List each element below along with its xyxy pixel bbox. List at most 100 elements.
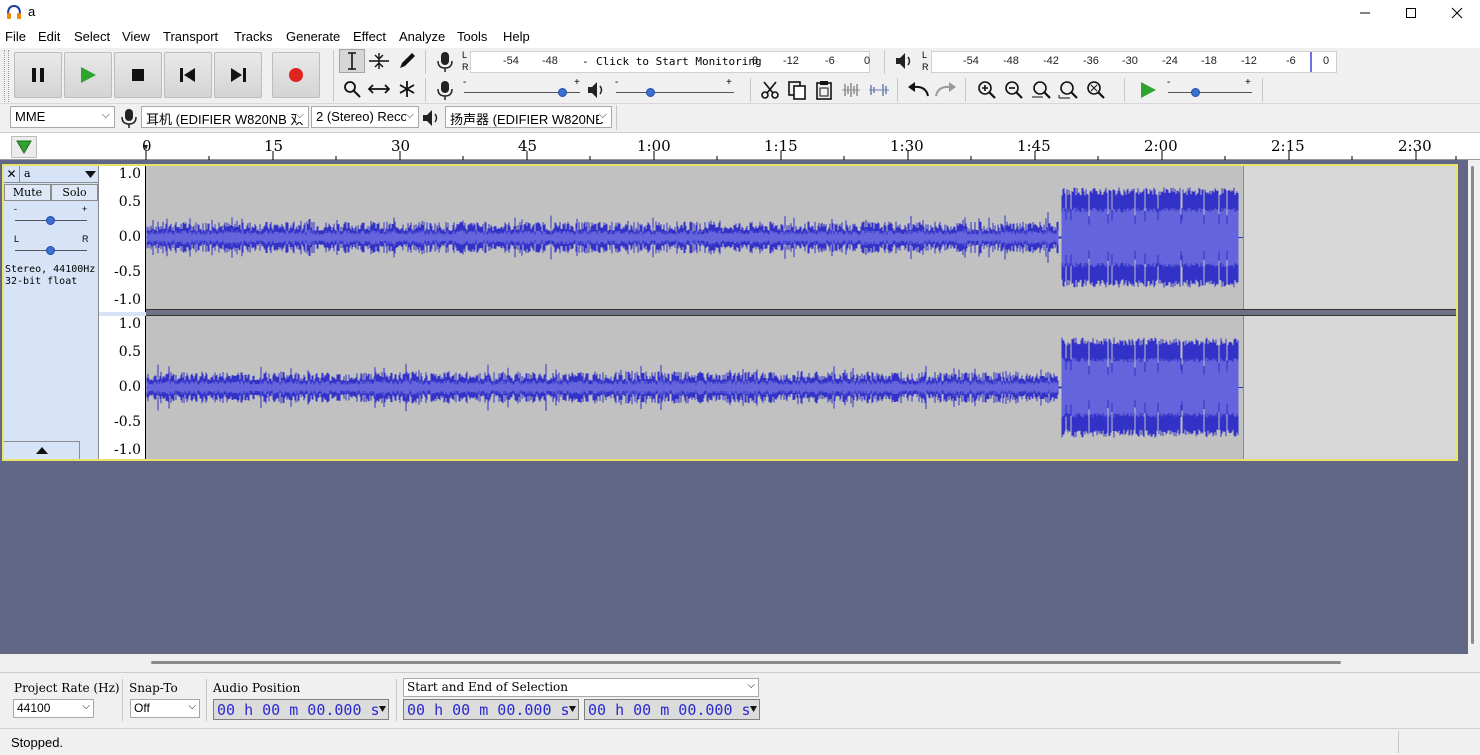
selection-end-field[interactable]: 00 h 00 m 00.000 s	[584, 699, 760, 720]
solo-button[interactable]: Solo	[51, 184, 98, 201]
play-button[interactable]	[64, 52, 112, 98]
pause-button[interactable]	[14, 52, 62, 98]
waveform-right-channel[interactable]	[146, 316, 1243, 459]
audio-host-select[interactable]: MME ⌵	[10, 106, 115, 128]
asterisk-icon	[399, 81, 415, 97]
menu-analyze[interactable]: Analyze	[399, 29, 445, 44]
playback-volume-thumb[interactable]	[646, 88, 655, 97]
mute-button[interactable]: Mute	[4, 184, 51, 201]
recording-volume-thumb[interactable]	[558, 88, 567, 97]
close-window-button[interactable]	[1434, 0, 1480, 26]
maximize-icon	[1406, 8, 1416, 18]
track-control-panel[interactable]: ✕ a Mute Solo - + L R Stereo, 44100Hz 32…	[4, 166, 98, 459]
playback-volume-slider[interactable]	[616, 92, 734, 93]
menu-file[interactable]: File	[5, 29, 26, 44]
snap-to-select[interactable]: Off ⌵	[130, 699, 200, 718]
fit-project-button[interactable]	[1055, 78, 1081, 102]
menu-select[interactable]: Select	[74, 29, 110, 44]
cut-button[interactable]	[757, 78, 783, 102]
amplitude-ruler[interactable]: 1.0 0.5 0.0 -0.5 -1.0 1.0 0.5 0.0 -0.5 -…	[98, 166, 146, 459]
zoom-tool[interactable]	[339, 77, 365, 101]
playback-meter-speaker-icon[interactable]	[895, 52, 915, 73]
ruler-label: 1:15	[764, 137, 798, 155]
skip-end-icon	[231, 68, 246, 82]
playback-speed-thumb[interactable]	[1191, 88, 1200, 97]
zoom-fit-project-icon	[1058, 81, 1078, 99]
menu-tools[interactable]: Tools	[457, 29, 487, 44]
recording-channels-select[interactable]: 2 (Stereo) Reco ⌵	[311, 106, 419, 128]
zoom-in-button[interactable]	[974, 78, 1000, 102]
record-meter-tick: -48	[542, 55, 558, 67]
pan-slider-thumb[interactable]	[46, 246, 55, 255]
vertical-scrollbar[interactable]	[1468, 160, 1480, 654]
empty-region-left[interactable]	[1243, 166, 1456, 309]
playback-device-select[interactable]: 扬声器 (EDIFIER W820NB ⌵	[445, 106, 612, 128]
menu-help[interactable]: Help	[503, 29, 530, 44]
record-meter-tick: 8	[752, 55, 759, 67]
vertical-scrollbar-thumb[interactable]	[1471, 166, 1474, 644]
redo-button[interactable]	[933, 78, 959, 102]
multi-tool[interactable]	[394, 77, 420, 101]
chevron-down-icon: ⌵	[598, 109, 607, 122]
project-rate-select[interactable]: 44100 ⌵	[13, 699, 94, 718]
amplitude-label: 1.0	[118, 316, 141, 332]
zoom-toggle-button[interactable]	[1082, 78, 1108, 102]
audacity-logo-icon	[6, 4, 22, 20]
zoom-in-icon	[978, 81, 996, 99]
menu-edit[interactable]: Edit	[38, 29, 60, 44]
skip-to-end-button[interactable]	[214, 52, 262, 98]
snap-to-value: Off	[134, 701, 150, 715]
left-channel-waveform	[146, 187, 1243, 288]
horizontal-scrollbar[interactable]	[0, 654, 1480, 672]
time-shift-tool[interactable]	[366, 77, 392, 101]
recording-device-select[interactable]: 耳机 (EDIFIER W820NB 双 ⌵	[141, 106, 309, 128]
menu-generate[interactable]: Generate	[286, 29, 340, 44]
copy-icon	[788, 81, 806, 100]
minimize-button[interactable]	[1342, 0, 1388, 26]
toolbar-grabber[interactable]	[4, 50, 9, 102]
start-monitoring-prompt[interactable]: Click to Start Monitoring	[596, 55, 762, 68]
selection-tool[interactable]	[339, 49, 365, 73]
gain-slider-thumb[interactable]	[46, 216, 55, 225]
menu-view[interactable]: View	[122, 29, 150, 44]
menu-effect[interactable]: Effect	[353, 29, 386, 44]
menu-transport[interactable]: Transport	[163, 29, 218, 44]
horizontal-scrollbar-thumb[interactable]	[151, 661, 1341, 664]
playback-speed-slider[interactable]	[1168, 92, 1252, 93]
stop-button[interactable]	[114, 52, 162, 98]
silence-audio-button[interactable]	[866, 78, 892, 102]
track-close-button[interactable]: ✕	[4, 166, 20, 183]
skip-to-start-button[interactable]	[164, 52, 212, 98]
status-text: Stopped.	[11, 735, 64, 750]
record-meter-mic-icon[interactable]	[436, 51, 454, 76]
paste-button[interactable]	[811, 78, 837, 102]
paste-icon	[816, 81, 832, 100]
copy-button[interactable]	[784, 78, 810, 102]
empty-region-right[interactable]	[1243, 316, 1456, 459]
audio-position-field[interactable]: 00 h 00 m 00.000 s	[213, 699, 389, 720]
track-name-menu[interactable]: a	[24, 167, 31, 180]
draw-tool[interactable]	[394, 49, 420, 73]
selection-mode-select[interactable]: Start and End of Selection ⌵	[403, 678, 759, 697]
audio-host-value: MME	[15, 109, 46, 124]
undo-button[interactable]	[905, 78, 931, 102]
redo-icon	[935, 82, 956, 97]
selection-start-field[interactable]: 00 h 00 m 00.000 s	[403, 699, 579, 720]
envelope-tool[interactable]	[366, 49, 392, 73]
maximize-button[interactable]	[1388, 0, 1434, 26]
trim-audio-button[interactable]	[838, 78, 864, 102]
collapse-track-button[interactable]	[4, 441, 80, 459]
fit-selection-button[interactable]	[1028, 78, 1054, 102]
right-channel-waveform	[146, 337, 1243, 438]
zoom-out-button[interactable]	[1001, 78, 1027, 102]
play-at-speed-button[interactable]	[1135, 78, 1161, 102]
timeline-options-button[interactable]	[11, 136, 37, 158]
microphone-icon	[437, 81, 453, 100]
record-button[interactable]	[272, 52, 320, 98]
recording-device-value: 耳机 (EDIFIER W820NB 双	[146, 112, 304, 127]
amplitude-label: 0.5	[118, 344, 141, 360]
timeline-ruler[interactable]: 0 15 30 45 1:00 1:15 1:30 1:45 2:00 2:15…	[0, 132, 1480, 161]
close-icon	[1451, 7, 1463, 19]
waveform-left-channel[interactable]	[146, 166, 1243, 309]
menu-tracks[interactable]: Tracks	[234, 29, 273, 44]
